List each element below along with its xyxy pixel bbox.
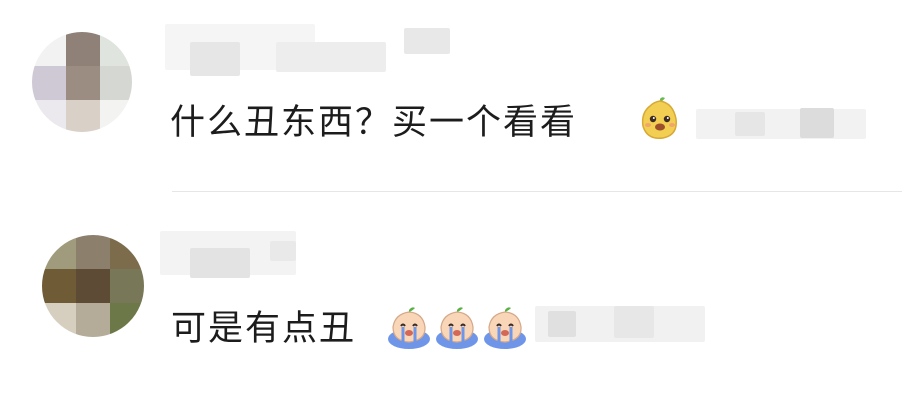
comment-divider	[172, 191, 902, 192]
comment-item: 什么丑东西？买一个看看	[0, 0, 902, 192]
comment-item: 可是有点丑	[0, 193, 902, 401]
comment-text: 什么丑东西？买一个看看	[170, 103, 578, 143]
avatar[interactable]	[42, 235, 144, 337]
avatar[interactable]	[32, 32, 132, 132]
mango-face-icon	[641, 97, 677, 139]
crying-face-icon	[388, 307, 430, 349]
comment-text: 可是有点丑	[171, 309, 357, 349]
crying-face-icon	[436, 307, 478, 349]
crying-face-icon	[484, 307, 526, 349]
